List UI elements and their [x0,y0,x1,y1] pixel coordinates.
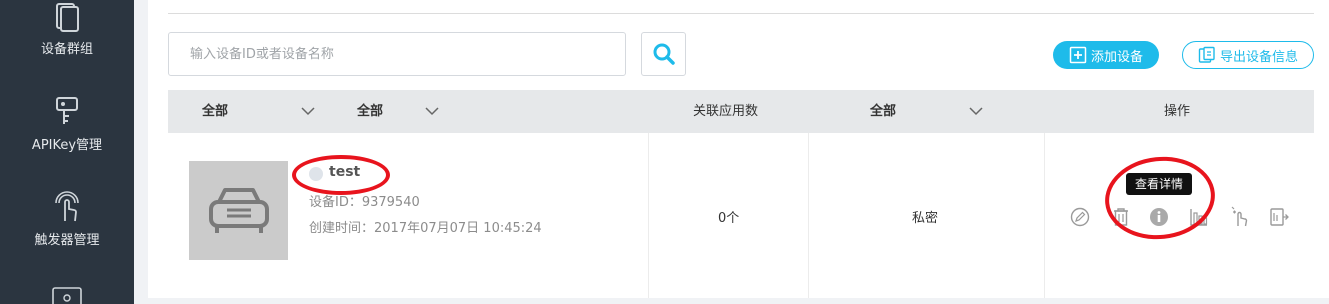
settings-icon [52,287,82,304]
export-devices-button[interactable]: 导出设备信息 [1182,41,1314,69]
column-divider [648,133,649,298]
device-name[interactable]: test [329,164,360,180]
divider [168,13,1314,14]
sidebar-item-apikey[interactable]: APIKey管理 [0,96,134,153]
export-data-button[interactable] [1268,206,1290,228]
key-icon [56,97,78,124]
search-input[interactable] [168,32,626,76]
sidebar-item-device-group[interactable]: 设备群组 [0,2,134,57]
search-icon [653,43,675,65]
view-details-button[interactable] [1148,206,1170,228]
filter-all-3[interactable]: 全部 [870,90,896,133]
edit-button[interactable] [1069,206,1091,228]
chevron-down-icon[interactable] [968,105,984,117]
sidebar-item-trigger[interactable]: 触发器管理 [0,191,134,248]
status-dot [309,167,323,181]
add-device-icon [1069,46,1087,64]
sidebar-item-label: APIKey管理 [31,138,103,153]
app-count-value: 0个 [718,211,740,226]
bar-chart-icon [1190,209,1208,226]
trigger-button[interactable] [1229,206,1251,228]
statistics-button[interactable] [1188,206,1210,228]
trash-icon [1114,208,1128,226]
privacy-value: 私密 [912,211,939,226]
touch-icon [1231,206,1248,227]
device-id: 设备ID：9379540 [309,195,420,210]
info-icon [1150,208,1168,226]
column-divider [1044,133,1045,298]
device-created-time: 创建时间：2017年07月07日 10:45:24 [309,221,542,236]
column-divider [808,133,809,298]
search-button[interactable] [641,32,686,76]
column-app-count: 关联应用数 [693,104,759,119]
delete-button[interactable] [1110,206,1132,228]
add-device-label: 添加设备 [1090,49,1143,65]
add-device-button[interactable]: 添加设备 [1053,41,1159,69]
sidebar-item-label: 触发器管理 [34,233,100,248]
sidebar-item-label: 设备群组 [40,42,93,57]
filter-all-1[interactable]: 全部 [202,90,228,133]
filter-all-2[interactable]: 全部 [357,90,383,133]
chevron-down-icon[interactable] [300,105,316,117]
export-devices-label: 导出设备信息 [1219,49,1298,65]
chevron-down-icon[interactable] [424,105,440,117]
export-icon [1198,46,1215,63]
car-icon [208,187,269,233]
column-actions: 操作 [1164,104,1191,119]
export-data-icon [1270,208,1289,226]
device-thumbnail[interactable] [189,161,288,260]
sidebar-item-settings[interactable] [0,287,134,304]
edit-icon [1070,207,1090,227]
device-group-icon [56,3,79,32]
tooltip: 查看详情 [1126,173,1192,195]
sidebar: 设备群组 APIKey管理 触发器管理 [0,0,134,304]
touch-trigger-icon [55,191,79,222]
